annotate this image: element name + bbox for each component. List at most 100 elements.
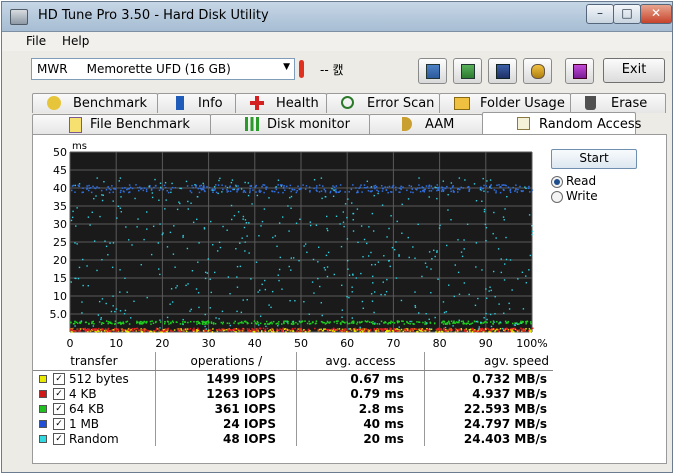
random-access-point xyxy=(240,188,243,190)
series-checkbox[interactable]: ✓ xyxy=(53,418,65,430)
series-1-point xyxy=(281,329,284,332)
series-3-point xyxy=(423,191,426,193)
series-1-point xyxy=(454,327,457,330)
drive-select[interactable]: MWR Memorette UFD (16 GB) ▼ xyxy=(31,58,295,80)
random-access-point xyxy=(450,182,453,184)
series-2-point xyxy=(292,322,295,325)
random-access-point xyxy=(70,219,73,222)
series-2-point xyxy=(138,321,141,323)
tab-aam[interactable]: AAM xyxy=(369,114,483,134)
series-1-point xyxy=(233,329,236,332)
random-access-point xyxy=(384,293,386,296)
chart-ytick-label: 20 xyxy=(53,254,67,267)
series-1-point xyxy=(131,327,134,330)
maximize-button[interactable]: □ xyxy=(613,4,641,24)
close-button[interactable]: ✕ xyxy=(640,4,672,24)
menu-file[interactable]: File xyxy=(26,34,46,48)
series-checkbox[interactable]: ✓ xyxy=(53,433,65,445)
series-3-point xyxy=(356,190,359,192)
tab-error-scan[interactable]: Error Scan xyxy=(326,93,440,113)
series-3-point xyxy=(373,185,375,187)
series-1-point xyxy=(88,329,90,331)
series-0-point xyxy=(212,328,214,330)
series-2-point xyxy=(412,323,414,325)
series-checkbox[interactable]: ✓ xyxy=(53,388,65,400)
random-access-point xyxy=(203,227,206,229)
read-radio[interactable]: Read xyxy=(551,174,641,189)
random-access-point xyxy=(196,196,199,198)
copy-screenshot-button[interactable] xyxy=(453,58,482,84)
random-access-point xyxy=(146,228,148,230)
tab-benchmark[interactable]: Benchmark xyxy=(32,93,158,113)
series-2-point xyxy=(221,322,224,325)
random-access-point xyxy=(75,225,77,227)
series-2-point xyxy=(460,320,463,323)
random-access-point xyxy=(115,308,118,310)
series-1-point xyxy=(342,328,345,331)
series-checkbox[interactable]: ✓ xyxy=(53,403,65,415)
tab-random-access[interactable]: Random Access xyxy=(482,112,641,134)
tab-file-benchmark[interactable]: File Benchmark xyxy=(32,114,211,134)
random-access-point xyxy=(116,217,118,219)
series-2-point xyxy=(152,322,155,325)
series-3-point xyxy=(425,185,428,187)
series-0-point xyxy=(499,327,502,330)
series-2-point xyxy=(496,320,498,323)
series-3-point xyxy=(432,187,434,190)
series-3-point xyxy=(356,191,358,194)
write-radio[interactable]: Write xyxy=(551,189,641,204)
series-1-point xyxy=(193,327,195,330)
save-button[interactable] xyxy=(488,58,517,84)
random-access-point xyxy=(492,232,494,235)
random-access-point xyxy=(380,293,382,296)
series-2-point xyxy=(284,320,287,322)
series-2-point xyxy=(73,322,76,325)
random-access-point xyxy=(210,291,212,294)
random-access-point xyxy=(483,317,485,319)
series-1-point xyxy=(142,328,145,330)
series-3-point xyxy=(457,191,459,193)
series-3-point xyxy=(515,188,517,190)
series-3-point xyxy=(215,184,217,186)
tab-disk-monitor[interactable]: Disk monitor xyxy=(210,114,370,134)
random-access-point xyxy=(493,211,495,214)
series-2-point xyxy=(401,320,403,322)
series-3-point xyxy=(155,184,157,187)
health-icon xyxy=(250,96,264,110)
series-3-point xyxy=(400,185,402,188)
tab-folder-usage[interactable]: Folder Usage xyxy=(439,93,571,113)
series-1-point xyxy=(248,328,251,331)
series-3-point xyxy=(221,184,223,186)
tab-label: AAM xyxy=(425,117,455,132)
start-button[interactable]: Start xyxy=(551,149,637,169)
exit-button[interactable]: Exit xyxy=(603,58,665,83)
series-2-point xyxy=(393,322,396,324)
random-access-point xyxy=(508,302,510,305)
random-access-point xyxy=(292,320,295,323)
series-3-point xyxy=(135,184,137,186)
series-3-point xyxy=(410,185,413,188)
tab-erase[interactable]: Erase xyxy=(570,93,666,113)
title-bar[interactable]: HD Tune Pro 3.50 - Hard Disk Utility – □… xyxy=(2,2,672,32)
series-0-point xyxy=(528,328,531,330)
menu-help[interactable]: Help xyxy=(62,34,89,48)
series-1-point xyxy=(294,327,296,330)
random-access-point xyxy=(213,186,216,188)
minimize-button[interactable]: – xyxy=(586,4,614,24)
series-3-point xyxy=(365,187,367,189)
download-button[interactable] xyxy=(565,58,594,84)
options-button[interactable] xyxy=(523,58,552,84)
random-access-point xyxy=(335,215,338,217)
series-checkbox[interactable]: ✓ xyxy=(53,373,65,385)
tab-info[interactable]: Info xyxy=(157,93,236,113)
random-access-point xyxy=(256,194,259,197)
table-row: ✓ 512 bytes 1499 IOPS 0.67 ms 0.732 MB/s xyxy=(33,370,553,386)
random-access-point xyxy=(195,288,198,290)
series-1-point xyxy=(271,329,274,332)
random-access-point xyxy=(391,246,394,249)
random-access-point xyxy=(453,295,456,298)
copy-text-button[interactable] xyxy=(418,58,447,84)
series-3-point xyxy=(142,189,145,192)
series-2-point xyxy=(154,321,157,324)
tab-health[interactable]: Health xyxy=(235,93,327,113)
